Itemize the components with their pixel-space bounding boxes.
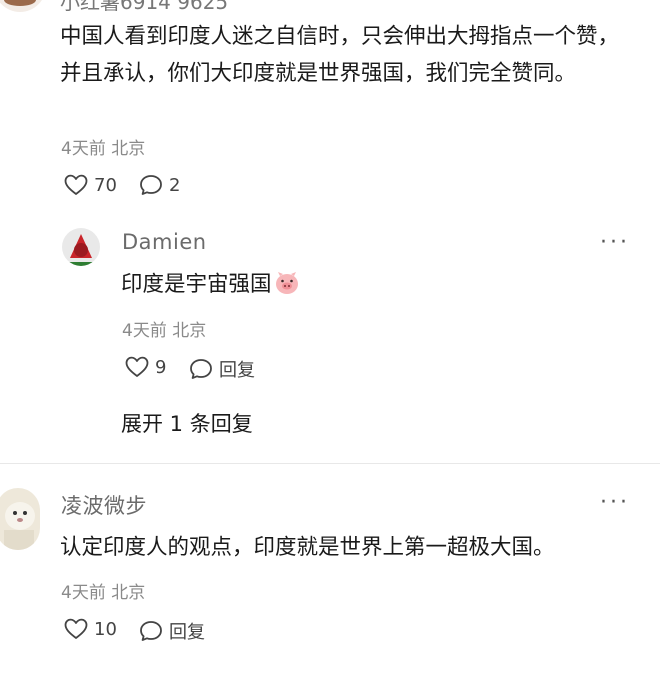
pig-face-emoji-icon — [274, 270, 300, 307]
comment-bubble-icon — [189, 358, 213, 380]
reply-time: 4天前 — [122, 321, 167, 341]
reply-count: 2 — [169, 174, 181, 196]
reply-label: 回复 — [219, 360, 255, 381]
comment-bubble-icon — [139, 174, 163, 196]
comment-bubble-icon — [139, 620, 163, 642]
reply-button[interactable]: 2 — [139, 174, 180, 196]
comment-username[interactable]: 小红薯6914 9625 — [60, 0, 228, 15]
comment-meta: 4天前 北京 — [61, 578, 145, 603]
comment-time: 4天前 — [61, 139, 106, 159]
more-options-button[interactable]: ··· — [600, 230, 630, 255]
avatar[interactable] — [62, 228, 100, 266]
comment-meta: 4天前 北京 — [61, 134, 145, 159]
more-options-button[interactable]: ··· — [600, 490, 630, 515]
divider — [0, 463, 660, 464]
heart-icon — [64, 174, 88, 196]
reply-text-content: 印度是宇宙强国 — [121, 272, 272, 297]
heart-icon — [64, 618, 88, 640]
reply-button[interactable]: 回复 — [139, 618, 205, 644]
heart-icon — [125, 356, 149, 378]
like-button[interactable]: 70 — [64, 174, 117, 196]
like-button[interactable]: 10 — [64, 618, 117, 640]
like-button[interactable]: 9 — [125, 356, 166, 378]
comment-location: 北京 — [111, 583, 146, 603]
comment-text: 中国人看到印度人迷之自信时，只会伸出大拇指点一个赞，并且承认，你们大印度就是世界… — [60, 24, 620, 86]
reply-meta: 4天前 北京 — [122, 316, 206, 341]
comment-username[interactable]: 凌波微步 — [61, 490, 147, 520]
like-count: 9 — [155, 356, 167, 378]
reply-button[interactable]: 回复 — [189, 356, 255, 382]
avatar[interactable] — [0, 0, 46, 12]
like-count: 10 — [94, 618, 117, 640]
like-count: 70 — [94, 174, 117, 196]
avatar[interactable] — [0, 488, 40, 550]
reply-label: 回复 — [169, 622, 205, 643]
comment-location: 北京 — [111, 139, 146, 159]
reply-text: 印度是宇宙强国 — [121, 266, 300, 307]
comment-text: 认定印度人的观点，印度就是世界上第一超极大国。 — [60, 535, 555, 560]
reply-username[interactable]: Damien — [122, 230, 207, 254]
expand-replies-button[interactable]: 展开 1 条回复 — [121, 408, 253, 438]
reply-location: 北京 — [172, 321, 207, 341]
comment-time: 4天前 — [61, 583, 106, 603]
